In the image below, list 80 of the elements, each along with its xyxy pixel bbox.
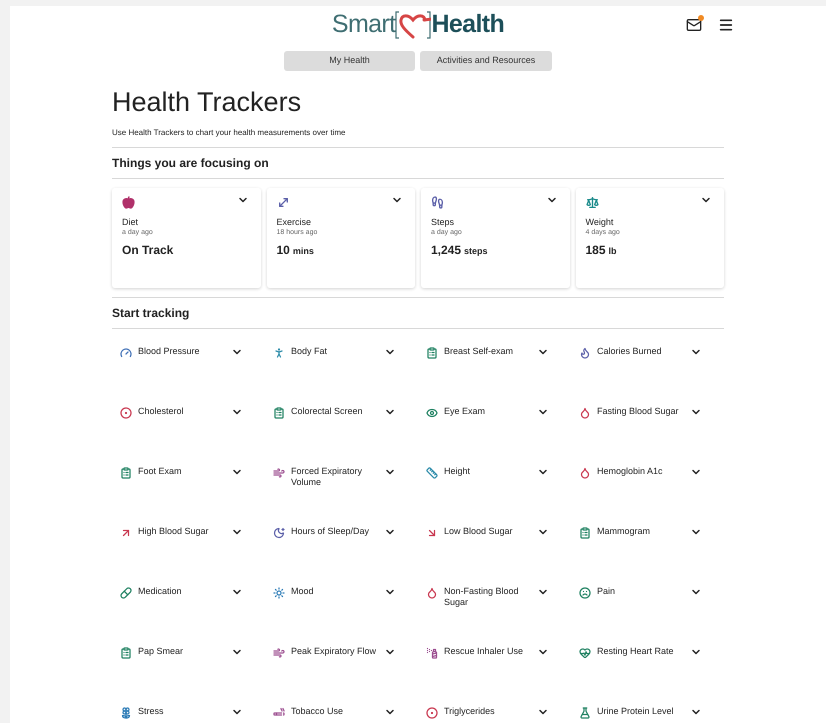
logo-text: Health — [431, 9, 504, 40]
section-heading: Things you are focusing on — [112, 154, 270, 172]
tracker-value: 1,245 — [431, 242, 462, 258]
tracker-item[interactable]: Hemoglobin A1c — [597, 466, 683, 476]
tracker-item[interactable]: Tobacco Use — [291, 706, 377, 716]
diagonal-arrows-icon — [276, 196, 290, 208]
mail-button[interactable] — [686, 16, 702, 33]
nav-tab[interactable]: My Health — [284, 50, 415, 70]
tracker-value: 10 — [276, 242, 290, 258]
tracker-name: Exercise — [276, 216, 312, 228]
flask-icon — [579, 706, 591, 718]
section-heading: Start tracking — [112, 304, 190, 322]
sun-icon — [273, 586, 285, 598]
circle-icon — [120, 406, 132, 418]
cigarette-icon — [273, 706, 285, 718]
scale-icon — [586, 196, 598, 208]
moon-icon — [273, 526, 285, 538]
tracker-item[interactable]: Rescue Inhaler Use — [444, 646, 530, 656]
tracker-item[interactable]: Calories Burned — [597, 346, 683, 356]
tracker-name: Steps — [431, 216, 456, 228]
tracker-item[interactable]: Pain — [597, 586, 683, 596]
pill-icon — [120, 586, 132, 598]
tracker-name: Weight — [586, 216, 614, 228]
blood-drop-icon — [426, 586, 438, 598]
tracker-item[interactable]: Height — [444, 466, 530, 476]
flower-icon — [120, 706, 132, 718]
tracker-item[interactable]: Urine Protein Level — [597, 706, 683, 716]
tracker-value: On Track — [122, 242, 174, 258]
blood-drop-icon — [579, 406, 591, 418]
tracker-name: Diet — [122, 216, 140, 228]
heart-logo-icon — [395, 10, 432, 40]
wind-icon — [273, 466, 285, 478]
tracker-item[interactable]: Triglycerides — [444, 706, 530, 716]
apple-icon — [122, 196, 135, 208]
tracker-item[interactable]: Mood — [291, 586, 377, 596]
tracker-item[interactable]: Resting Heart Rate — [597, 646, 683, 656]
tracker-item[interactable]: Colorectal Screen — [291, 406, 377, 416]
tracker-unit: lb — [608, 244, 617, 258]
eye-icon — [426, 406, 438, 418]
footprints-icon — [431, 196, 444, 208]
page-title: Health Trackers — [112, 86, 302, 118]
tracker-item[interactable]: Cholesterol — [138, 406, 224, 416]
tracker-item[interactable]: Peak Expiratory Flow — [291, 646, 377, 656]
tracker-value: 185 — [586, 242, 606, 258]
tracker-item[interactable]: Hours of Sleep/Day — [291, 526, 377, 536]
clipboard-icon — [120, 466, 132, 478]
nav-tab[interactable]: Activities and Resources — [420, 50, 552, 70]
tracker-item[interactable]: Foot Exam — [138, 466, 224, 476]
page-subtitle: Use Health Trackers to chart your health measurements over time — [112, 126, 346, 138]
blood-drop-icon — [579, 466, 591, 478]
tracker-item[interactable]: Non-Fasting Blood Sugar — [444, 586, 530, 608]
wind-icon — [273, 646, 285, 658]
flame-icon — [579, 346, 591, 358]
tracker-item[interactable]: Medication — [138, 586, 224, 596]
tracker-item[interactable]: Stress — [138, 706, 224, 716]
tracker-item[interactable]: Pap Smear — [138, 646, 224, 656]
logo-text: Smart — [332, 9, 396, 40]
person-icon — [273, 346, 285, 358]
tracker-item[interactable]: Mammogram — [597, 526, 683, 536]
tracker-item[interactable]: High Blood Sugar — [138, 526, 224, 536]
clipboard-icon — [273, 406, 285, 418]
heart-pulse-icon — [579, 646, 591, 658]
clipboard-icon — [120, 646, 132, 658]
tracker-item[interactable]: Breast Self-exam — [444, 346, 530, 356]
tracker-item[interactable]: Forced Expiratory Volume — [291, 466, 377, 488]
clipboard-icon — [579, 526, 591, 538]
tracker-item[interactable]: Eye Exam — [444, 406, 530, 416]
tracker-item[interactable]: Fasting Blood Sugar — [597, 406, 683, 416]
tracker-item[interactable]: Body Fat — [291, 346, 377, 356]
gauge-icon — [120, 346, 132, 358]
clipboard-icon — [426, 346, 438, 358]
inhaler-icon — [426, 646, 438, 658]
tracker-unit: mins — [292, 244, 314, 258]
circle-icon — [426, 706, 438, 718]
ruler-icon — [426, 466, 438, 478]
tracker-item[interactable]: Low Blood Sugar — [444, 526, 530, 536]
tracker-unit: steps — [464, 244, 488, 258]
tracker-item[interactable]: Blood Pressure — [138, 346, 224, 356]
sad-face-icon — [579, 586, 591, 598]
menu-button[interactable] — [718, 16, 734, 33]
